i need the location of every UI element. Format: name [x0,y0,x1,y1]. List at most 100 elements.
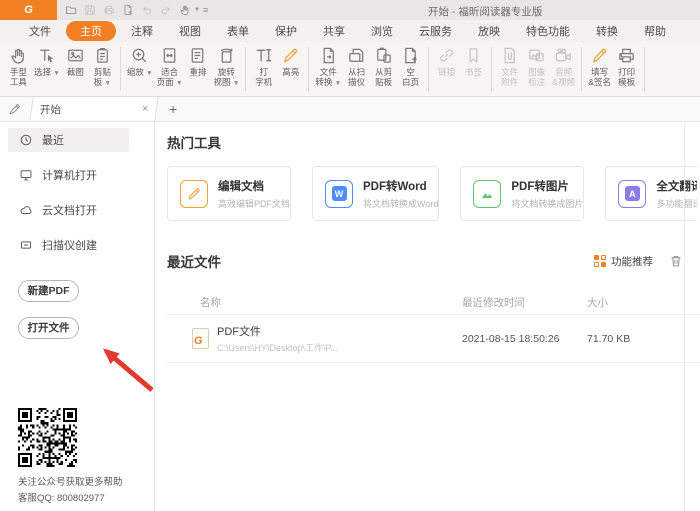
start-page-content: 热门工具 编辑文档 高效编辑PDF文档 W PDF转Word 将文档转换成Wor… [155,122,700,511]
video-icon [554,46,573,65]
title-bar: G ▼ ≡ 开始 - 福昕阅读器专业版 [0,0,700,20]
toolbar-from-clipboard-button[interactable]: 从剪 贴板 [370,46,397,88]
column-name[interactable]: 名称 [200,295,462,310]
toolbar-reflow-button[interactable]: 重排 [184,46,211,88]
undo-icon[interactable] [141,4,153,16]
clock-icon [19,133,33,147]
blank-page-icon [401,46,420,65]
menu-cloud[interactable]: 云服务 [406,21,465,41]
rotate-view-icon [217,46,236,65]
card-edit-document[interactable]: 编辑文档 高效编辑PDF文档 [167,166,291,221]
support-qq: 客服QQ: 800802977 [18,490,105,504]
select-icon [37,46,56,65]
close-icon[interactable]: × [142,103,148,115]
toolbar-hand-tool-button[interactable]: 手型 工具 [5,46,32,88]
typewriter-icon [254,46,273,65]
hand-tool-icon[interactable] [179,4,191,16]
recent-file-row[interactable]: G PDF文件 C:\Users\HY\Desktop\工作\P... 2021… [167,315,700,363]
toolbar-snapshot-button[interactable]: 截图 [62,46,89,88]
tab-label: 开始 [40,102,142,117]
toolbar-highlight-button[interactable]: 高亮 [277,46,304,87]
toolbar-fill-sign-button[interactable]: 填写 &签名 [586,46,613,87]
reflow-icon [188,46,207,65]
hot-tools-title: 热门工具 [167,132,700,152]
toolbar-file-convert-button[interactable]: 文件 转换 ▼ [313,46,343,88]
zoom-icon [130,46,149,65]
card-pdf-to-word[interactable]: W PDF转Word 将文档转换成Word [312,166,439,221]
dropdown-caret: ▼ [176,80,182,87]
toolbar-divider [120,47,121,91]
snapshot-icon [66,46,85,65]
recent-files-title: 最近文件 [167,251,221,271]
menu-features[interactable]: 特色功能 [513,21,583,41]
save-icon[interactable] [84,4,96,16]
menu-home[interactable]: 主页 [66,21,116,41]
feature-recommend-link[interactable]: 功能推荐 [594,254,653,269]
file-name: PDF文件 [217,323,338,339]
menu-view[interactable]: 视图 [166,21,214,41]
toolbar-image-annotation-button[interactable]: 图像 标注 [523,46,550,87]
qr-caption: 关注公众号获取更多帮助 [18,474,123,488]
column-modified[interactable]: 最近修改时间 [462,295,587,310]
hot-tools-cards: 编辑文档 高效编辑PDF文档 W PDF转Word 将文档转换成Word PDF… [167,166,697,221]
pdf-to-word-icon: W [325,180,353,208]
file-path: C:\Users\HY\Desktop\工作\P... [217,341,338,354]
toolbar-typewriter-button[interactable]: 打 字机 [250,46,277,87]
fit-page-icon [160,46,179,65]
printer-icon [617,46,636,65]
pen-icon[interactable] [8,102,22,116]
redo-icon[interactable] [160,4,172,16]
cloud-icon [19,203,33,217]
clipboard-icon [93,46,112,65]
open-file-icon[interactable] [65,4,77,16]
pdf-file-icon: G [192,328,209,349]
toolbar-divider [308,47,309,91]
new-page-icon[interactable] [122,4,134,16]
toolbar-rotate-view-button[interactable]: 旋转 视图 ▼ [211,46,241,88]
menu-form[interactable]: 表单 [214,21,262,41]
dropdown-caret: ▼ [53,70,59,77]
open-file-button[interactable]: 打开文件 [18,317,79,339]
toolbar-print-template-button[interactable]: 打印 模板 [613,46,640,87]
tab-start[interactable]: 开始 × [29,97,158,121]
toolbar-file-attachment-button[interactable]: 文件 附件 [496,46,523,87]
menu-convert[interactable]: 转换 [583,21,631,41]
document-tab-bar: 开始 × + [0,97,700,122]
toolbar-bookmark-button[interactable]: 书签 [460,46,487,77]
toolbar-from-scanner-button[interactable]: 从扫 描仪 [343,46,370,88]
menu-help[interactable]: 帮助 [631,21,679,41]
recent-files-header: 名称 最近修改时间 大小 [167,291,700,315]
toolbar-link-button[interactable]: 链接 [433,46,460,77]
trash-icon[interactable] [669,254,683,268]
sidebar-item-create-scanner[interactable]: 扫描仪创建 [8,233,129,257]
chevron-down-icon[interactable]: ▼ [194,7,200,13]
menu-browse[interactable]: 浏览 [358,21,406,41]
sidebar-item-open-cloud[interactable]: 云文档打开 [8,198,129,222]
menu-share[interactable]: 共享 [310,21,358,41]
menu-file[interactable]: 文件 [16,21,64,41]
toolbar-fit-page-button[interactable]: 适合 页面 ▼ [155,46,185,88]
toolbar-clipboard-button[interactable]: 剪贴 板 ▼ [89,46,116,88]
sidebar-item-recent[interactable]: 最近 [8,128,129,152]
bookmark-icon [464,46,483,65]
toolbar-divider [644,47,645,91]
dropdown-caret: ▼ [335,80,341,87]
toolbar-select-button[interactable]: 选择 ▼ [32,46,62,88]
customize-toolbar-icon[interactable]: ≡ [203,5,208,15]
sidebar-item-open-computer[interactable]: 计算机打开 [8,163,129,187]
toolbar-blank-page-button[interactable]: 空 白页 [397,46,424,88]
menu-protect[interactable]: 保护 [262,21,310,41]
monitor-icon [19,168,33,182]
dropdown-caret: ▼ [146,70,152,77]
print-icon[interactable] [103,4,115,16]
toolbar-audio-video-button[interactable]: 音频 &视频 [550,46,577,87]
toolbar-zoom-button[interactable]: 缩放 ▼ [125,46,155,88]
card-pdf-to-image[interactable]: PDF转图片 将文档转换成图片 [460,166,584,221]
menu-comment[interactable]: 注释 [118,21,166,41]
menu-slideshow[interactable]: 放映 [465,21,513,41]
translate-icon: A [618,180,646,208]
new-pdf-button[interactable]: 新建PDF [18,280,79,302]
content-edge-line [684,122,685,511]
scanner-device-icon [19,238,33,252]
new-tab-button[interactable]: + [169,101,177,117]
